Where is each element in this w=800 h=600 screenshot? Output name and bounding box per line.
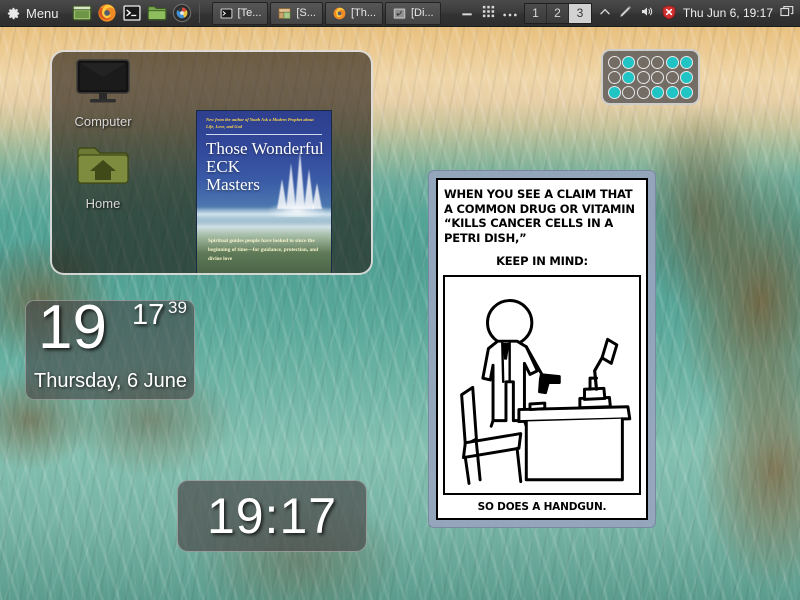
- window-list-icon[interactable]: [779, 5, 795, 22]
- comic-caption: SO DOES A HANDGUN.: [477, 501, 607, 513]
- binary-clock-row: [608, 85, 693, 99]
- clock-time-row: 19 17 39: [26, 297, 194, 363]
- binary-dot: [608, 55, 621, 69]
- comic-widget[interactable]: WHEN YOU SEE A CLAIM THAT A COMMON DRUG …: [428, 170, 656, 528]
- show-desktop-icon[interactable]: [71, 2, 93, 24]
- menu-button[interactable]: Menu: [0, 0, 67, 27]
- book-kicker: New from the author of Youth Ask a Moder…: [206, 117, 314, 129]
- binary-dot: [679, 85, 693, 99]
- clock-hours: 19: [38, 293, 107, 362]
- comic-top-text: WHEN YOU SEE A CLAIM THAT A COMMON DRUG …: [444, 187, 635, 246]
- binary-dot: [651, 85, 665, 99]
- minimize-all-icon[interactable]: [459, 4, 475, 23]
- workspace-2[interactable]: 2: [546, 3, 569, 23]
- firefox-icon: [333, 7, 346, 19]
- binary-dot: [608, 85, 621, 99]
- binary-dot: [636, 70, 650, 84]
- workspace-3[interactable]: 3: [568, 3, 591, 23]
- clock-minutes: 17: [132, 299, 165, 331]
- desktop-icon-computer[interactable]: Computer: [64, 58, 142, 129]
- file-manager-icon[interactable]: [146, 2, 168, 24]
- task-button[interactable]: [Th...: [324, 1, 383, 25]
- top-panel: Menu [Te... [S... [Th... [Di... 1 2 3 Th…: [0, 0, 800, 27]
- update-shield-icon[interactable]: [661, 4, 677, 23]
- book-crystal-art: [269, 149, 325, 217]
- digital-clock-time: 19:17: [206, 488, 338, 544]
- binary-dot: [622, 55, 636, 69]
- computer-icon: [76, 59, 130, 103]
- task-button[interactable]: [Di...: [385, 1, 441, 25]
- task-list: [Te... [S... [Th... [Di...: [211, 1, 441, 25]
- binary-dot: [679, 70, 693, 84]
- terminal-icon[interactable]: [121, 2, 143, 24]
- binary-dot: [651, 70, 665, 84]
- comic-keep-in-mind: KEEP IN MIND:: [496, 253, 588, 268]
- binary-dot: [608, 70, 621, 84]
- panel-clock[interactable]: Thu Jun 6, 19:17: [683, 6, 773, 20]
- desktop-icon-home[interactable]: Home: [64, 142, 142, 211]
- pen-tool-icon[interactable]: [618, 4, 633, 22]
- comic-sheet: WHEN YOU SEE A CLAIM THAT A COMMON DRUG …: [436, 178, 648, 520]
- comic-art-panel: [443, 274, 641, 495]
- book-blurb: Spiritual guides people have looked to s…: [208, 238, 319, 262]
- binary-dot: [679, 55, 693, 69]
- workspace-1[interactable]: 1: [524, 3, 547, 23]
- terminal-icon: [220, 8, 232, 18]
- task-label: [Th...: [350, 7, 376, 19]
- binary-clock-widget[interactable]: [601, 49, 700, 105]
- binary-dot: [636, 85, 650, 99]
- binary-dot: [651, 55, 665, 69]
- binary-dot: [622, 85, 636, 99]
- binary-dot: [636, 55, 650, 69]
- panel-launchers: [67, 2, 193, 24]
- binary-dot: [622, 70, 636, 84]
- task-button[interactable]: [Te...: [211, 1, 269, 25]
- clock-date-widget[interactable]: 19 17 39 Thursday, 6 June: [25, 297, 195, 400]
- comic-stick-figure-scene: [460, 298, 632, 485]
- binary-clock-row: [608, 70, 693, 84]
- clock-seconds: 39: [168, 298, 187, 317]
- firefox-icon[interactable]: [96, 2, 118, 24]
- home-folder-icon: [77, 147, 129, 184]
- system-tray: 1 2 3 Thu Jun 6, 19:17: [459, 2, 800, 24]
- digital-clock-widget[interactable]: 19:17: [177, 480, 367, 552]
- task-label: [Di...: [411, 7, 434, 19]
- clock-date: Thursday, 6 June: [34, 370, 188, 392]
- gear-icon: [6, 6, 21, 21]
- app-grid-icon[interactable]: [481, 4, 496, 22]
- volume-icon[interactable]: [639, 4, 655, 22]
- archive-icon: [278, 7, 291, 19]
- menu-button-label: Menu: [26, 5, 59, 21]
- binary-dot: [665, 70, 679, 84]
- desktop-icon-label: Computer: [74, 114, 132, 129]
- desktop-icon-label: Home: [85, 196, 121, 211]
- panel-separator: [198, 3, 200, 23]
- binary-dot: [665, 55, 679, 69]
- task-button[interactable]: [S...: [270, 1, 323, 25]
- book-cover-thumbnail[interactable]: New from the author of Youth Ask a Moder…: [196, 110, 332, 273]
- binary-clock-row: [608, 55, 693, 69]
- task-label: [Te...: [237, 7, 262, 19]
- chevron-up-icon[interactable]: [598, 5, 612, 22]
- binary-dot: [665, 85, 679, 99]
- overflow-menu-icon[interactable]: [502, 6, 518, 20]
- workspace-switcher[interactable]: 1 2 3: [523, 2, 592, 24]
- media-player-icon[interactable]: [171, 2, 193, 24]
- task-label: [S...: [296, 7, 316, 19]
- display-icon: [393, 7, 406, 19]
- desktop-folder-panel[interactable]: Computer Home New from the author of You…: [50, 50, 373, 275]
